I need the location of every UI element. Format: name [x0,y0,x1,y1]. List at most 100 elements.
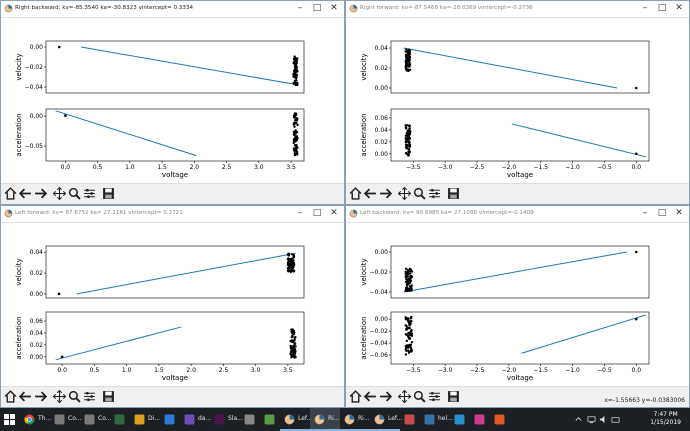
back-arrow-icon[interactable] [364,390,377,403]
window-titlebar[interactable]: Right backward: kv=-85.3540 ka=-30.8323 … [1,1,344,18]
x-tick-label: 2.5 [219,367,229,374]
pan-icon[interactable] [53,187,66,200]
home-icon[interactable] [4,390,17,403]
save-icon[interactable] [447,187,460,200]
chevron-up-icon[interactable] [574,415,583,424]
plot-window-left-forward: Left forward: kv= 87.6752 ka= 27.1161 vi… [0,205,345,408]
save-icon[interactable] [447,390,460,403]
zoom-icon[interactable] [413,390,426,403]
maximize-button[interactable]: □ [309,2,325,15]
taskbar-item[interactable]: Co... [50,408,81,431]
data-point [288,258,291,261]
y-axis-label: acceleration [360,316,368,359]
close-button[interactable]: ✕ [326,2,342,15]
maximize-button[interactable]: □ [654,2,670,15]
pan-icon[interactable] [53,390,66,403]
taskbar-item[interactable] [160,408,180,431]
configure-icon[interactable] [83,390,96,403]
taskbar-item[interactable] [450,408,470,431]
figure-svg[interactable]: 0.00 −0.02 −0.04velocity 0.00 −0.05 0.0 0.5 1.0… [1,17,344,187]
pan-icon[interactable] [398,187,411,200]
y-tick-label: 0.04 [375,45,389,52]
y-tick-label: −0.04 [25,84,44,91]
taskbar-item[interactable]: da... [180,408,211,431]
maximize-button[interactable]: □ [309,207,325,220]
close-button[interactable]: ✕ [671,207,687,220]
x-tick-label: −2.0 [502,367,517,374]
x-tick-label: −0.5 [597,367,612,374]
taskbar-item[interactable]: Lef... [370,408,402,431]
data-point [408,343,411,347]
home-icon[interactable] [349,390,362,403]
forward-arrow-icon[interactable] [379,390,392,403]
data-point [405,56,408,59]
window-titlebar[interactable]: Right forward: kv=-87.5468 ka=-28.0369 v… [346,1,689,18]
taskbar-item[interactable] [260,408,280,431]
taskbar-item[interactable] [110,408,130,431]
navigation-toolbar [1,386,344,407]
taskbar-item[interactable]: Co... [80,408,111,431]
home-icon[interactable] [4,187,17,200]
data-point [408,130,412,133]
forward-arrow-icon[interactable] [34,390,47,403]
taskbar-item[interactable] [470,408,490,431]
minimize-button[interactable]: – [637,2,653,15]
window-titlebar[interactable]: Left backward: kv= 90.6985 ka= 27.1098 v… [346,206,689,223]
minimize-button[interactable]: – [292,207,308,220]
zoom-icon[interactable] [68,390,81,403]
volume-icon[interactable] [599,415,608,424]
y-tick-label: 0.00 [375,249,389,256]
back-arrow-icon[interactable] [19,187,32,200]
taskbar-item[interactable] [240,408,260,431]
network-icon[interactable] [587,415,596,424]
save-icon[interactable] [102,187,115,200]
configure-icon[interactable] [83,187,96,200]
figure-canvas[interactable]: 0.00 −0.02 −0.04 velocity 0.00 −0.02 −0.04 −0.0… [346,222,689,392]
forward-arrow-icon[interactable] [34,187,47,200]
zoom-icon[interactable] [413,187,426,200]
taskbar-item[interactable] [490,408,510,431]
y-axis-label: acceleration [15,113,23,156]
taskbar-item[interactable]: Ri... [340,408,370,431]
data-point [296,146,299,149]
figure-svg[interactable]: 0.00−0.02−0.04velocity0.00−0.02−0.04−0.0… [346,222,689,390]
close-button[interactable]: ✕ [326,207,342,220]
figure-canvas[interactable]: 0.00 −0.02 −0.04 velocity 0.00 −0.05 0.0 0.5 1.0… [1,17,344,187]
save-icon[interactable] [102,390,115,403]
start-button[interactable] [0,408,20,431]
taskbar-item[interactable]: hel... [420,408,453,431]
data-point [408,137,412,140]
system-clock[interactable]: 7:47 PM 1/15/2019 [650,411,681,427]
home-icon[interactable] [349,187,362,200]
data-point [295,82,299,85]
figure-svg[interactable]: 0.04 0.02 0.00 velocity 0.06 0.04 0.02 0.00 0.0 0… [1,222,344,390]
forward-arrow-icon[interactable] [379,187,392,200]
keyboard-icon[interactable] [611,415,620,424]
y-tick-label: −0.06 [370,352,389,359]
close-button[interactable]: ✕ [671,2,687,15]
configure-icon[interactable] [428,187,441,200]
back-arrow-icon[interactable] [364,187,377,200]
taskbar-item[interactable]: Th... [20,408,51,431]
figure-canvas[interactable]: 0.04 0.02 0.00 velocity 0.06 0.04 0.02 0.00 −3.5… [346,17,689,187]
configure-icon[interactable] [428,390,441,403]
taskbar-item[interactable]: Sla... [210,408,243,431]
back-arrow-icon[interactable] [19,390,32,403]
app-icon [184,414,195,425]
zoom-icon[interactable] [68,187,81,200]
taskbar-item[interactable]: Di... [130,408,160,431]
pan-icon[interactable] [398,390,411,403]
window-titlebar[interactable]: Left forward: kv= 87.6752 ka= 27.1161 vi… [1,206,344,223]
data-point [292,138,296,142]
taskbar-item[interactable] [400,408,420,431]
taskbar-item[interactable]: Lef... [280,408,312,431]
maximize-button[interactable]: □ [654,207,670,220]
figure-svg[interactable]: 0.04 0.02 0.00 velocity 0.06 0.04 0.02 0.00 −3.5… [346,17,689,187]
data-point [404,345,407,348]
window-title: Right forward: kv=-87.5468 ka=-28.0369 v… [360,5,533,11]
minimize-button[interactable]: – [292,2,308,15]
figure-canvas[interactable]: 0.04 0.02 0.00 velocity 0.06 0.04 0.02 0.00 0.0 0… [1,222,344,392]
data-point [294,345,297,348]
minimize-button[interactable]: – [637,207,653,220]
taskbar-item[interactable]: Ri... [310,408,340,431]
